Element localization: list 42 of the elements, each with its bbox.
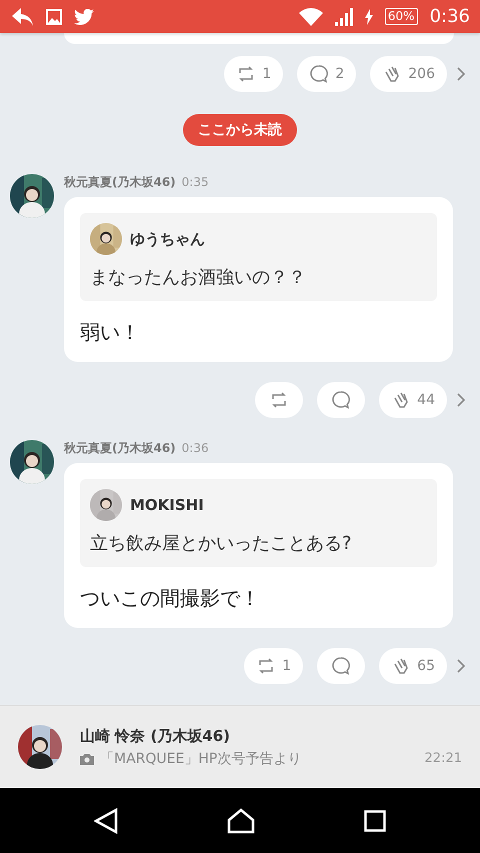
clap-button[interactable]: 44	[379, 382, 447, 418]
comment-button[interactable]: 2	[297, 56, 356, 92]
quoted-user-name: MOKISHI	[130, 496, 204, 514]
message-text: ついこの間撮影で！	[80, 585, 261, 612]
image-icon	[46, 8, 62, 24]
recent-apps-icon[interactable]	[364, 810, 386, 832]
signal-icon	[334, 8, 353, 26]
bird-icon	[74, 8, 94, 24]
chevron-right-icon[interactable]	[457, 393, 466, 407]
battery-level: 60%	[384, 8, 418, 25]
message-time: 0:36	[182, 441, 209, 455]
chevron-right-icon[interactable]	[457, 659, 466, 673]
chevron-right-icon[interactable]	[457, 67, 466, 81]
unread-divider: ここから未読	[183, 114, 297, 146]
speech-bubble-icon	[331, 390, 352, 410]
back-arrow-icon[interactable]	[12, 8, 34, 26]
quoted-text: 立ち飲み屋とかいったことある?	[90, 532, 353, 555]
repost-button[interactable]: 1	[224, 56, 284, 92]
charging-icon	[364, 8, 373, 24]
notification-name: 山崎 怜奈 (乃木坂46)	[80, 726, 232, 746]
comment-button[interactable]	[317, 382, 366, 418]
repost-button[interactable]: 1	[244, 648, 304, 684]
notification-time: 22:21	[424, 751, 462, 766]
camera-icon	[80, 752, 94, 764]
clap-button[interactable]: 206	[370, 56, 447, 92]
repost-button[interactable]	[255, 382, 304, 418]
quoted-user-name: ゆうちゃん	[130, 230, 205, 248]
author-name: 秋元真夏(乃木坂46)	[64, 174, 176, 191]
speech-bubble-icon	[309, 64, 330, 84]
quoted-text: まなったんお酒強いの？？	[90, 266, 307, 289]
notification-text: 「MARQUEE」HP次号予告より	[100, 750, 302, 768]
home-icon[interactable]	[226, 808, 255, 834]
speech-bubble-icon	[331, 656, 352, 676]
author-name: 秋元真夏(乃木坂46)	[64, 440, 176, 457]
clap-button[interactable]: 65	[379, 648, 447, 684]
wifi-icon	[298, 8, 323, 26]
message-time: 0:35	[182, 175, 209, 189]
message-text: 弱い！	[80, 319, 141, 346]
clock: 0:36	[430, 6, 470, 27]
notification-bar[interactable]: 山崎 怜奈 (乃木坂46) 「MARQUEE」HP次号予告より 22:21	[0, 705, 480, 788]
back-icon[interactable]	[94, 808, 118, 834]
comment-button[interactable]	[317, 648, 366, 684]
